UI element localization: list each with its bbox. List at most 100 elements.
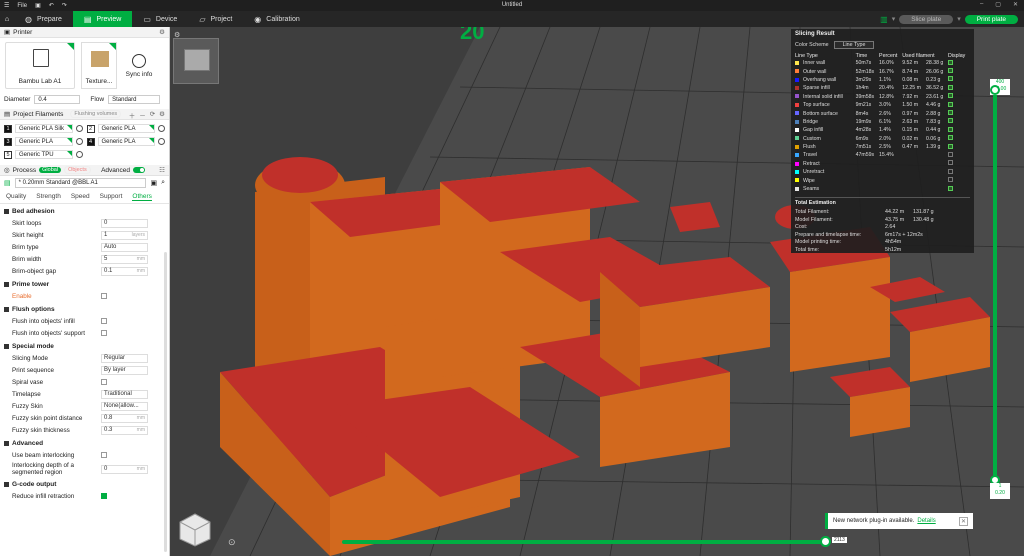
spiral-vase-checkbox[interactable] [101,379,107,385]
printer-settings-icon[interactable]: ⚙ [159,28,165,36]
view-cube[interactable] [178,512,212,548]
filament-slot-5[interactable]: 5 Generic TPU [4,149,83,160]
tab-strength[interactable]: Strength [36,193,61,201]
beam-interlocking-checkbox[interactable] [101,452,107,458]
filament-edit-icon[interactable] [75,151,83,158]
fuzzy-distance-input[interactable]: 0.8 mm [101,413,148,423]
filament-slot-4[interactable]: 4 Generic PLA [86,136,165,147]
reduce-retraction-checkbox[interactable] [101,493,107,499]
display-checkbox[interactable] [947,110,953,116]
close-icon[interactable]: ✕ [959,516,968,526]
plate-card[interactable]: Texture... [81,42,117,89]
notification-details-link[interactable]: Details [917,518,935,524]
filament-settings-icon[interactable]: ⚙ [159,110,165,120]
print-sequence-select[interactable]: By layer [101,365,148,375]
slice-dropdown-icon[interactable]: ▾ [892,15,896,23]
display-checkbox[interactable] [947,160,953,166]
tab-speed[interactable]: Speed [71,193,90,201]
minimize-icon[interactable]: – [980,1,983,8]
redo-icon[interactable]: ↷ [58,2,71,9]
display-checkbox[interactable] [947,84,953,90]
menu-icon[interactable]: ☰ [0,2,13,9]
move-slider-track[interactable] [342,540,827,544]
display-checkbox[interactable] [947,177,953,183]
flush-infill-checkbox[interactable] [101,318,107,324]
tab-quality[interactable]: Quality [6,193,26,201]
home-icon[interactable]: ⌂ [0,11,14,27]
tab-others[interactable]: Others [132,193,152,201]
skirt-loops-input[interactable]: 0 [101,218,148,228]
layer-top-handle[interactable] [990,85,1000,95]
flushing-volumes-button[interactable]: Flushing volumes [70,110,122,118]
sync-filament-icon[interactable]: ⟳ [150,110,155,120]
brim-type-select[interactable]: Auto [101,242,148,252]
tab-support[interactable]: Support [100,193,123,201]
maximize-icon[interactable]: ▢ [995,1,1001,8]
tab-calibration[interactable]: ◉ Calibration [243,11,310,27]
close-icon[interactable]: ✕ [1013,1,1018,8]
interlocking-depth-input[interactable]: 0 mm [101,464,148,474]
tab-prepare[interactable]: ◍ Prepare [14,11,73,27]
display-checkbox[interactable] [947,59,953,65]
display-checkbox[interactable] [947,143,953,149]
compare-icon[interactable]: ☷ [159,166,165,174]
flush-support-checkbox[interactable] [101,330,107,336]
objects-toggle[interactable]: Objects [64,166,91,174]
advanced-toggle[interactable] [133,167,145,173]
brim-gap-input[interactable]: 0.1 mm [101,266,148,276]
display-checkbox[interactable] [947,126,953,132]
undo-icon[interactable]: ↶ [45,2,58,9]
filament-edit-icon[interactable] [75,138,83,145]
display-checkbox[interactable] [947,168,953,174]
remove-filament-icon[interactable]: － [139,110,146,120]
print-plate-button[interactable]: Print plate [964,14,1018,24]
slicing-mode-select[interactable]: Regular [101,353,148,363]
tab-project[interactable]: ▱ Project [188,11,243,27]
printer-card[interactable]: Bambu Lab A1 [5,42,75,89]
brim-width-input[interactable]: 5 mm [101,254,148,264]
display-checkbox[interactable] [947,151,953,157]
color-scheme-select[interactable]: Line Type [833,41,875,49]
save-preset-icon[interactable]: ▣ [150,179,157,187]
line-type-name: Internal solid infill [795,93,856,101]
filament-edit-icon[interactable] [158,138,165,145]
display-checkbox[interactable] [947,118,953,124]
global-toggle[interactable]: Global [39,167,62,173]
3d-preview-viewport[interactable]: 20 ⚙ Slicing Result Color Scheme Line Typ… [170,27,1024,556]
skirt-height-input[interactable]: 1 layers [101,230,148,240]
fuzzy-skin-select[interactable]: None(allow... [101,401,148,411]
display-checkbox[interactable] [947,101,953,107]
prime-enable-checkbox[interactable] [101,293,107,299]
display-checkbox[interactable] [947,185,953,191]
display-checkbox[interactable] [947,93,953,99]
plate-thumbnail[interactable] [173,38,219,84]
tab-device[interactable]: ▭ Device [132,11,188,27]
filament-slot-3[interactable]: 3 Generic PLA [4,136,83,147]
plate-icon[interactable]: ▥ [880,15,888,24]
filament-edit-icon[interactable] [158,125,165,132]
add-filament-icon[interactable]: ＋ [129,110,136,120]
display-checkbox[interactable] [947,68,953,74]
view-toggle-icon[interactable]: ⚙ [174,31,180,39]
flow-select[interactable]: Standard [108,95,161,104]
file-menu[interactable]: File [13,3,31,9]
filament-slot-1[interactable]: 1 Generic PLA Silk [4,123,83,134]
sync-info-button[interactable]: Sync info [123,42,155,89]
search-icon[interactable]: ⌕ [161,179,165,187]
display-checkbox[interactable] [947,76,953,82]
fit-view-icon[interactable]: ⊙ [228,537,236,548]
display-checkbox[interactable] [947,135,953,141]
filament-slot-2[interactable]: 2 Generic PLA [86,123,165,134]
slice-plate-button[interactable]: Slice plate [899,14,954,24]
diameter-select[interactable]: 0.4 [34,95,81,104]
filament-edit-icon[interactable] [75,125,83,132]
timelapse-select[interactable]: Traditional [101,389,148,399]
tab-preview[interactable]: ▤ Preview [72,11,133,27]
process-preset-select[interactable]: * 0.20mm Standard @BBL A1 [14,178,147,188]
fuzzy-thickness-input[interactable]: 0.3 mm [101,425,148,435]
save-icon[interactable]: ▣ [31,2,45,9]
print-dropdown-icon[interactable]: ▾ [957,15,961,23]
move-slider-handle[interactable] [820,536,831,547]
layer-slider-track[interactable] [993,85,997,485]
sidebar-scrollbar[interactable] [164,252,167,552]
